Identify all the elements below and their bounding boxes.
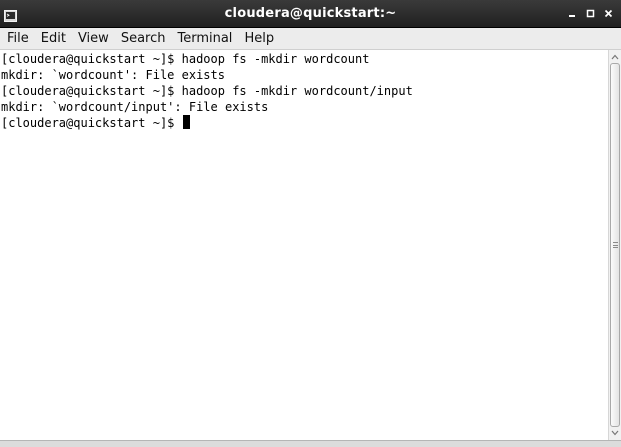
- terminal-prompt-line[interactable]: [cloudera@quickstart ~]$: [1, 115, 190, 131]
- terminal-line: [cloudera@quickstart ~]$ hadoop fs -mkdi…: [1, 84, 413, 98]
- text-cursor: [182, 115, 190, 129]
- grip-icon: [613, 242, 618, 248]
- terminal-line: mkdir: `wordcount/input': File exists: [1, 100, 269, 114]
- menu-edit[interactable]: Edit: [35, 28, 72, 49]
- vertical-scrollbar[interactable]: [608, 50, 621, 440]
- prompt-text: [cloudera@quickstart ~]$: [1, 116, 182, 130]
- terminal-window: cloudera@quickstart:~ File Edit View Sea…: [0, 0, 621, 447]
- terminal-line: mkdir: `wordcount': File exists: [1, 68, 225, 82]
- terminal-line: [cloudera@quickstart ~]$ hadoop fs -mkdi…: [1, 52, 370, 66]
- menu-view[interactable]: View: [72, 28, 115, 49]
- menu-terminal[interactable]: Terminal: [171, 28, 238, 49]
- scroll-down-icon[interactable]: [609, 427, 621, 439]
- minimize-icon[interactable]: [564, 5, 581, 23]
- menu-search[interactable]: Search: [115, 28, 172, 49]
- menu-help[interactable]: Help: [238, 28, 280, 49]
- menu-file[interactable]: File: [0, 28, 35, 49]
- terminal-output[interactable]: [cloudera@quickstart ~]$ hadoop fs -mkdi…: [0, 50, 608, 440]
- terminal-icon[interactable]: [4, 7, 17, 22]
- maximize-icon[interactable]: [582, 5, 599, 23]
- menu-bar: File Edit View Search Terminal Help: [0, 28, 621, 50]
- close-icon[interactable]: [600, 5, 617, 23]
- scrollbar-thumb[interactable]: [610, 63, 620, 427]
- window-controls: [563, 0, 617, 27]
- title-bar[interactable]: cloudera@quickstart:~: [0, 0, 621, 28]
- window-title: cloudera@quickstart:~: [224, 6, 397, 21]
- scroll-up-icon[interactable]: [609, 51, 621, 63]
